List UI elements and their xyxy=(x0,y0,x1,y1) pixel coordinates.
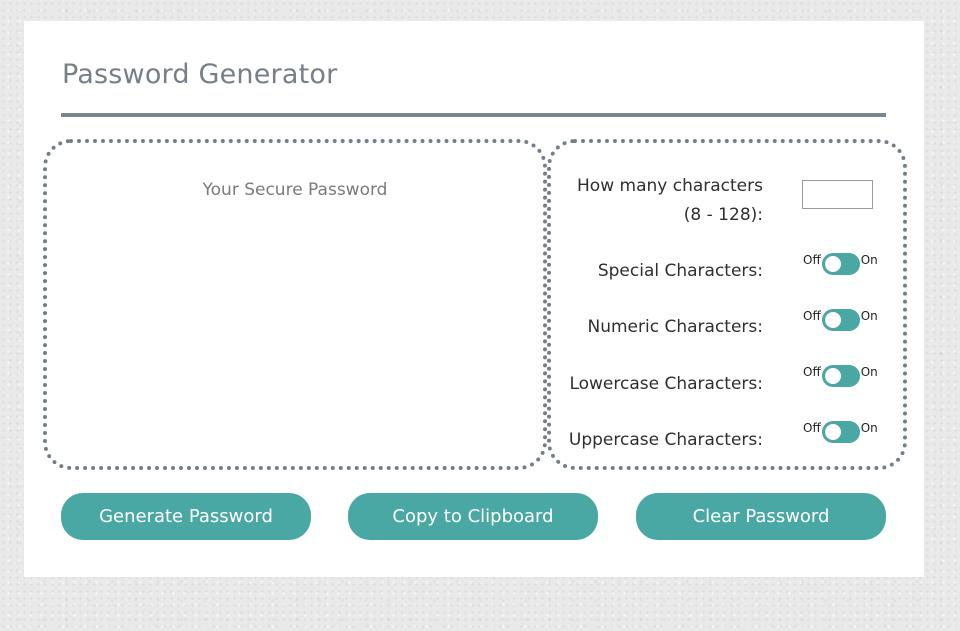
toggle-on-label: On xyxy=(860,309,878,323)
toggle-off-label: Off xyxy=(803,421,821,435)
special-characters-toggle[interactable]: Off On xyxy=(803,253,878,275)
length-input[interactable] xyxy=(802,180,873,209)
toggle-off-label: Off xyxy=(803,309,821,323)
toggle-off-label: Off xyxy=(803,253,821,267)
toggle-on-label: On xyxy=(860,365,878,379)
clear-password-button[interactable]: Clear Password xyxy=(636,493,886,540)
length-label: How many characters (8 - 128): xyxy=(577,172,763,230)
password-generator-card: Password Generator Your Secure Password … xyxy=(24,21,924,577)
numeric-characters-toggle[interactable]: Off On xyxy=(803,309,878,331)
password-placeholder: Your Secure Password xyxy=(202,180,388,200)
toggle-switch[interactable] xyxy=(821,421,860,443)
toggle-switch[interactable] xyxy=(821,253,860,275)
uppercase-characters-toggle[interactable]: Off On xyxy=(803,421,878,443)
toggle-on-label: On xyxy=(860,253,878,267)
numeric-characters-label: Numeric Characters: xyxy=(587,317,764,337)
title-divider xyxy=(61,113,886,117)
toggle-knob xyxy=(824,312,841,328)
toggle-switch[interactable] xyxy=(821,365,860,387)
page-title: Password Generator xyxy=(62,59,338,90)
special-characters-label: Special Characters: xyxy=(597,261,763,281)
toggle-knob xyxy=(824,368,841,384)
options-panel: How many characters (8 - 128): Special C… xyxy=(547,139,907,470)
lowercase-characters-toggle[interactable]: Off On xyxy=(803,365,878,387)
generate-password-button[interactable]: Generate Password xyxy=(61,493,311,540)
length-label-line1: How many characters xyxy=(577,176,763,196)
copy-to-clipboard-button[interactable]: Copy to Clipboard xyxy=(348,493,598,540)
password-output-area[interactable]: Your Secure Password xyxy=(43,139,547,470)
toggle-off-label: Off xyxy=(803,365,821,379)
toggle-knob xyxy=(824,256,841,272)
toggle-switch[interactable] xyxy=(821,309,860,331)
toggle-on-label: On xyxy=(860,421,878,435)
uppercase-characters-label: Uppercase Characters: xyxy=(568,430,763,450)
length-label-line2: (8 - 128): xyxy=(683,205,763,225)
lowercase-characters-label: Lowercase Characters: xyxy=(569,374,763,394)
toggle-knob xyxy=(824,424,841,440)
